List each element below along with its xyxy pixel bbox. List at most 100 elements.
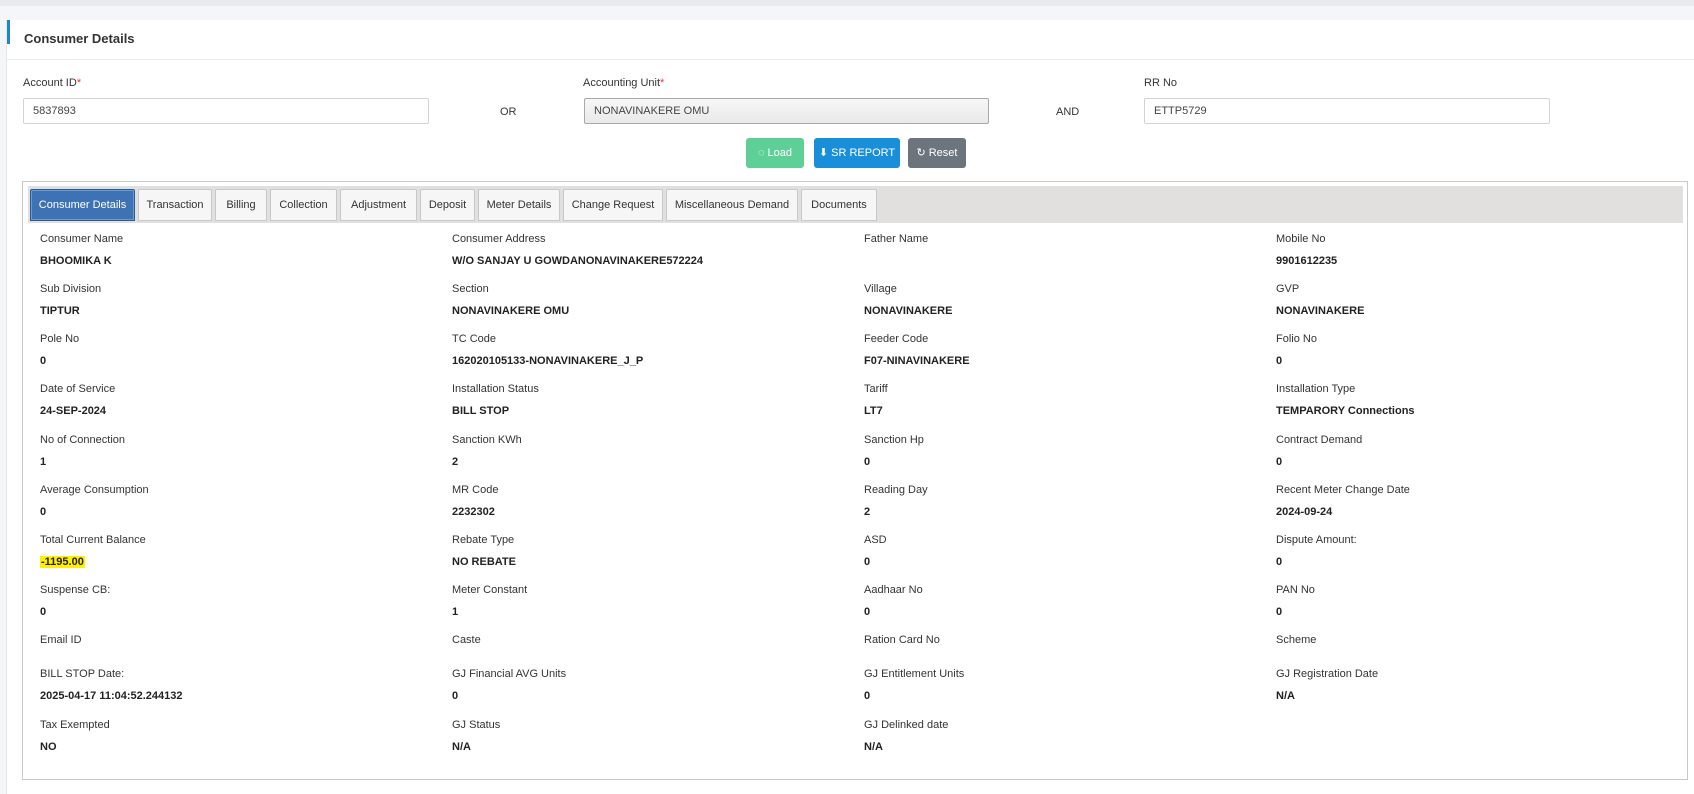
average-consumption-label: Average Consumption [40, 484, 149, 496]
reset-button[interactable]: ↻ Reset [908, 138, 966, 168]
tax-exempted-value: NO [40, 741, 57, 753]
gj-registration-date-value: N/A [1276, 690, 1295, 702]
section-label: Section [452, 283, 489, 295]
installation-status-label: Installation Status [452, 383, 539, 395]
suspense-cb-label: Suspense CB: [40, 584, 111, 596]
installation-type-label: Installation Type [1276, 383, 1356, 395]
gj-financial-avg-units-label: GJ Financial AVG Units [452, 668, 567, 680]
consumer-address-value: W/O SANJAY U GOWDANONAVINAKERE572224 [452, 255, 704, 267]
tab-consumer-details[interactable]: Consumer Details [30, 189, 135, 221]
feeder-code-value: F07-NINAVINAKERE [864, 355, 970, 367]
sanction-hp-value: 0 [864, 456, 871, 468]
mobile-no-value: 9901612235 [1276, 255, 1338, 267]
sub-division-value: TIPTUR [40, 305, 80, 317]
gj-status-value: N/A [452, 741, 471, 753]
village-label: Village [864, 283, 897, 295]
consumer-name-label: Consumer Name [40, 233, 124, 245]
consumer-name-value: BHOOMIKA K [40, 255, 112, 267]
tab-documents[interactable]: Documents [801, 189, 877, 221]
gj-delinked-date-label: GJ Delinked date [864, 719, 949, 731]
pan-no-label: PAN No [1276, 584, 1315, 596]
tc-code-label: TC Code [452, 333, 497, 345]
account-id-input[interactable] [23, 98, 429, 124]
card-divider [7, 59, 1694, 60]
gj-financial-avg-units-value: 0 [452, 690, 459, 702]
tab-bar: Consumer Details Transaction Billing Col… [28, 186, 1683, 223]
folio-no-value: 0 [1276, 355, 1283, 367]
contract-demand-value: 0 [1276, 456, 1283, 468]
tariff-value: LT7 [864, 405, 883, 417]
tab-transaction[interactable]: Transaction [138, 189, 212, 221]
meter-constant-label: Meter Constant [452, 584, 528, 596]
tab-meter-details[interactable]: Meter Details [478, 189, 560, 221]
suspense-cb-value: 0 [40, 606, 47, 618]
or-separator: OR [500, 106, 517, 118]
total-current-balance-highlight: -1195.00 [40, 556, 85, 568]
scheme-label: Scheme [1276, 634, 1317, 646]
total-current-balance-label: Total Current Balance [40, 534, 146, 546]
mobile-no-label: Mobile No [1276, 233, 1326, 245]
rebate-type-label: Rebate Type [452, 534, 515, 546]
tab-collection[interactable]: Collection [270, 189, 337, 221]
download-circle-icon: ⬇ [818, 147, 829, 159]
bill-stop-date-label: BILL STOP Date: [40, 668, 125, 680]
installation-status-value: BILL STOP [452, 405, 510, 417]
and-separator: AND [1056, 106, 1080, 118]
ration-card-no-label: Ration Card No [864, 634, 940, 646]
gj-delinked-date-value: N/A [864, 741, 883, 753]
refresh-icon: ↻ [916, 147, 926, 159]
gj-entitlement-units-label: GJ Entitlement Units [864, 668, 965, 680]
sanction-kwh-label: Sanction KWh [452, 434, 522, 446]
rr-no-label: RR No [1144, 77, 1178, 89]
asd-label: ASD [864, 534, 887, 546]
feeder-code-label: Feeder Code [864, 333, 929, 345]
tariff-label: Tariff [864, 383, 888, 395]
tab-billing[interactable]: Billing [215, 189, 267, 221]
card-title: Consumer Details [24, 31, 135, 46]
sanction-hp-label: Sanction Hp [864, 434, 924, 446]
reading-day-value: 2 [864, 506, 871, 518]
father-name-label: Father Name [864, 233, 929, 245]
no-of-connection-value: 1 [40, 456, 47, 468]
tab-adjustment[interactable]: Adjustment [340, 189, 417, 221]
sanction-kwh-value: 2 [452, 456, 459, 468]
recent-meter-change-date-label: Recent Meter Change Date [1276, 484, 1410, 496]
load-button[interactable]: ◌ Load [746, 138, 804, 168]
gj-entitlement-units-value: 0 [864, 690, 871, 702]
caste-label: Caste [452, 634, 481, 646]
section-value: NONAVINAKERE OMU [452, 305, 570, 317]
tab-change-request[interactable]: Change Request [563, 189, 663, 221]
tab-miscellaneous-demand[interactable]: Miscellaneous Demand [666, 189, 798, 221]
reading-day-label: Reading Day [864, 484, 928, 496]
top-strip [0, 0, 1694, 6]
contract-demand-label: Contract Demand [1276, 434, 1363, 446]
installation-type-value: TEMPARORY Connections [1276, 405, 1415, 417]
bill-stop-date-value: 2025-04-17 11:04:52.244132 [40, 690, 183, 702]
consumer-address-label: Consumer Address [452, 233, 546, 245]
card-accent-bar [7, 20, 10, 44]
gj-status-label: GJ Status [452, 719, 501, 731]
pole-no-label: Pole No [40, 333, 80, 345]
aadhaar-no-value: 0 [864, 606, 871, 618]
tab-deposit[interactable]: Deposit [420, 189, 475, 221]
accounting-unit-label: Accounting Unit* [583, 77, 665, 89]
date-of-service-value: 24-SEP-2024 [40, 405, 107, 417]
rr-no-input[interactable] [1144, 98, 1550, 124]
email-id-label: Email ID [40, 634, 82, 646]
average-consumption-value: 0 [40, 506, 47, 518]
aadhaar-no-label: Aadhaar No [864, 584, 923, 596]
spinner-icon: ◌ [757, 147, 765, 159]
pole-no-value: 0 [40, 355, 47, 367]
gvp-label: GVP [1276, 283, 1300, 295]
sr-report-button[interactable]: ⬇ SR REPORT [814, 138, 900, 168]
no-of-connection-label: No of Connection [40, 434, 125, 446]
dispute-amount-value: 0 [1276, 556, 1283, 568]
details-tabs-panel: Consumer Details Transaction Billing Col… [22, 181, 1688, 780]
total-current-balance-value: -1195.00 [40, 556, 85, 568]
mr-code-label: MR Code [452, 484, 499, 496]
accounting-unit-select[interactable]: NONAVINAKERE OMU [584, 98, 989, 124]
folio-no-label: Folio No [1276, 333, 1317, 345]
gj-registration-date-label: GJ Registration Date [1276, 668, 1379, 680]
account-id-label: Account ID* [23, 77, 82, 89]
recent-meter-change-date-value: 2024-09-24 [1276, 506, 1333, 518]
